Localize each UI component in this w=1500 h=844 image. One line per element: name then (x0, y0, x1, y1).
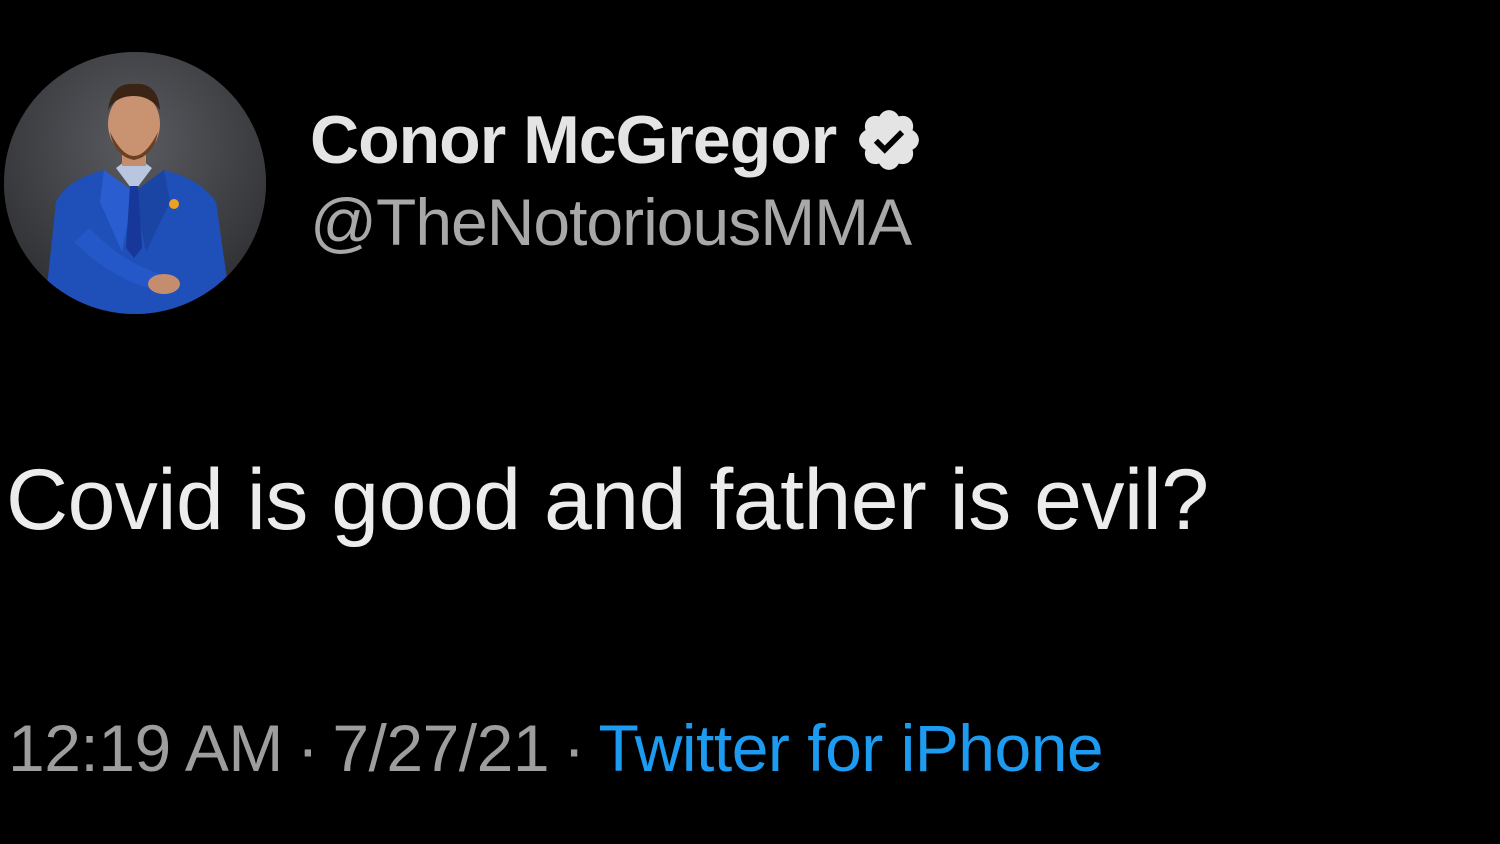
tweet-author: Conor McGregor @TheNotoriousMMA (310, 98, 924, 262)
profile-photo-icon (4, 52, 266, 314)
tweet-source-link[interactable]: Twitter for iPhone (599, 711, 1104, 785)
tweet-card: Conor McGregor @TheNotoriousMMA Covid is… (0, 0, 1500, 844)
tweet-time[interactable]: 12:19 AM (8, 711, 283, 785)
tweet-meta: 12:19 AM · 7/27/21 · Twitter for iPhone (8, 708, 1104, 788)
author-handle[interactable]: @TheNotoriousMMA (310, 182, 924, 262)
verified-badge-icon (854, 105, 924, 175)
author-display-name[interactable]: Conor McGregor (310, 98, 837, 182)
meta-separator: · (296, 711, 319, 785)
tweet-text: Covid is good and father is evil? (6, 452, 1209, 548)
avatar[interactable] (4, 52, 266, 314)
tweet-date[interactable]: 7/27/21 (332, 711, 549, 785)
meta-separator: · (563, 711, 585, 785)
author-name-row[interactable]: Conor McGregor (310, 98, 924, 182)
